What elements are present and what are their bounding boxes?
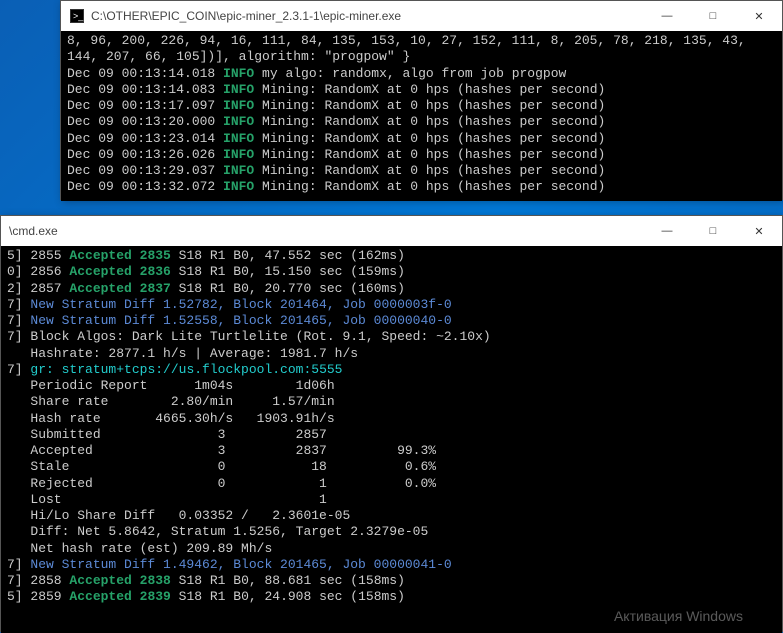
log-level: INFO (223, 147, 254, 162)
window-title: \cmd.exe (9, 224, 644, 238)
log-line: Net hash rate (est) 209.89 Mh/s (7, 541, 272, 556)
terminal-icon: >_ (69, 8, 85, 24)
report-row: Accepted 3 2837 99.3% (7, 443, 436, 458)
accepted-line: 2] 2857 Accepted 2837 S18 R1 B0, 20.770 … (7, 281, 405, 296)
cmd-window: \cmd.exe — □ ✕ 5] 2855 Accepted 2835 S18… (0, 215, 783, 632)
log-level: INFO (223, 179, 254, 194)
report-row: Lost 1 (7, 492, 327, 507)
log-line: Dec 09 00:13:23.014 INFO Mining: RandomX… (67, 131, 605, 146)
report-row: Share rate 2.80/min 1.57/min (7, 394, 335, 409)
svg-text:>_: >_ (73, 11, 84, 21)
log-level: INFO (223, 163, 254, 178)
log-line: Hashrate: 2877.1 h/s | Average: 1981.7 h… (7, 346, 358, 361)
terminal-output: 8, 96, 200, 226, 94, 16, 111, 84, 135, 1… (61, 31, 782, 201)
titlebar[interactable]: \cmd.exe — □ ✕ (1, 216, 782, 246)
minimize-button[interactable]: — (644, 1, 690, 31)
report-row: Hash rate 4665.30h/s 1903.91h/s (7, 411, 335, 426)
log-line: 8, 96, 200, 226, 94, 16, 111, 84, 135, 1… (67, 33, 746, 48)
log-line: Dec 09 00:13:14.083 INFO Mining: RandomX… (67, 82, 605, 97)
log-level: INFO (223, 131, 254, 146)
log-line: Dec 09 00:13:26.026 INFO Mining: RandomX… (67, 147, 605, 162)
terminal-output: 5] 2855 Accepted 2835 S18 R1 B0, 47.552 … (1, 246, 782, 633)
accepted-line: 5] 2859 Accepted 2839 S18 R1 B0, 24.908 … (7, 589, 405, 604)
report-row: Submitted 3 2857 (7, 427, 327, 442)
close-button[interactable]: ✕ (736, 1, 782, 31)
log-line: 7] gr: stratum+tcps://us.flockpool.com:5… (7, 362, 342, 377)
report-header: Periodic Report 1m04s 1d06h (7, 378, 335, 393)
log-line: Dec 09 00:13:14.018 INFO my algo: random… (67, 66, 566, 81)
accepted-line: 0] 2856 Accepted 2836 S18 R1 B0, 15.150 … (7, 264, 405, 279)
window-controls: — □ ✕ (644, 1, 782, 31)
maximize-button[interactable]: □ (690, 216, 736, 246)
log-line: Dec 09 00:13:17.097 INFO Mining: RandomX… (67, 98, 605, 113)
stratum-line: 7] New Stratum Diff 1.52558, Block 20146… (7, 313, 452, 328)
epic-miner-window: >_ C:\OTHER\EPIC_COIN\epic-miner_2.3.1-1… (60, 0, 783, 200)
log-level: INFO (223, 66, 254, 81)
minimize-button[interactable]: — (644, 216, 690, 246)
window-controls: — □ ✕ (644, 216, 782, 246)
report-row: Stale 0 18 0.6% (7, 459, 436, 474)
log-line: Hi/Lo Share Diff 0.03352 / 2.3601e-05 (7, 508, 350, 523)
window-title: C:\OTHER\EPIC_COIN\epic-miner_2.3.1-1\ep… (91, 9, 644, 23)
log-line: Dec 09 00:13:32.072 INFO Mining: RandomX… (67, 179, 605, 194)
report-row: Rejected 0 1 0.0% (7, 476, 436, 491)
maximize-button[interactable]: □ (690, 1, 736, 31)
accepted-line: 7] 2858 Accepted 2838 S18 R1 B0, 88.681 … (7, 573, 405, 588)
log-line: Dec 09 00:13:20.000 INFO Mining: RandomX… (67, 114, 605, 129)
close-button[interactable]: ✕ (736, 216, 782, 246)
stratum-line: 7] New Stratum Diff 1.52782, Block 20146… (7, 297, 452, 312)
log-level: INFO (223, 82, 254, 97)
log-line: Dec 09 00:13:29.037 INFO Mining: RandomX… (67, 163, 605, 178)
stratum-line: 7] New Stratum Diff 1.49462, Block 20146… (7, 557, 452, 572)
log-level: INFO (223, 114, 254, 129)
log-line: 144, 207, 66, 105])], algorithm: "progpo… (67, 49, 410, 64)
log-line: 7] Block Algos: Dark Lite Turtlelite (Ro… (7, 329, 491, 344)
log-line: Diff: Net 5.8642, Stratum 1.5256, Target… (7, 524, 428, 539)
accepted-line: 5] 2855 Accepted 2835 S18 R1 B0, 47.552 … (7, 248, 405, 263)
log-level: INFO (223, 98, 254, 113)
titlebar[interactable]: >_ C:\OTHER\EPIC_COIN\epic-miner_2.3.1-1… (61, 1, 782, 31)
